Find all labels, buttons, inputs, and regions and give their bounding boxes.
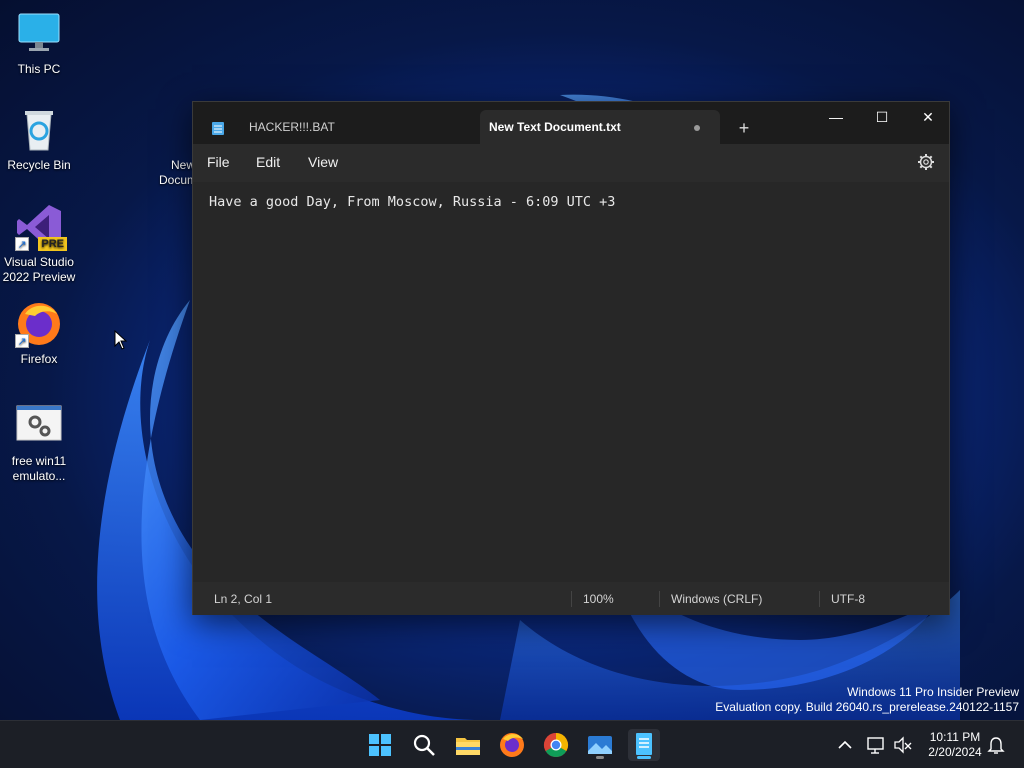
chevron-up-icon[interactable] [836,736,854,754]
menu-bar: File Edit View [193,144,949,182]
taskbar: 10:11 PM 2/20/2024 [0,720,1024,768]
watermark-line1: Windows 11 Pro Insider Preview [847,685,1019,699]
clock-time: 10:11 PM [929,730,981,744]
notepad-icon [212,122,224,135]
mouse-cursor-icon [114,330,128,350]
notepad-window: HACKER!!!.BAT New Text Document.txt + — … [192,101,950,615]
volume-muted-icon[interactable] [893,735,913,755]
desktop-icon-label-line2: 2022 Preview [2,270,76,284]
notification-bell-icon[interactable] [987,735,1005,755]
clock-date: 2/20/2024 [928,745,982,759]
desktop-icon-label: Firefox [20,352,58,366]
tab-hacker-bat[interactable]: HACKER!!!.BAT [203,110,478,144]
status-divider [659,591,660,607]
status-divider [571,591,572,607]
minimize-button[interactable]: — [813,102,859,134]
firefox-taskbar-button[interactable] [496,729,528,761]
desktop-icon-visual-studio[interactable]: PRE ↗ Visual Studio 2022 Preview [0,203,78,285]
desktop-icon-this-pc[interactable]: This PC [0,10,78,77]
active-indicator [637,756,651,759]
menu-file[interactable]: File [207,154,230,170]
firefox-icon [500,733,524,757]
title-bar[interactable]: HACKER!!!.BAT New Text Document.txt + — … [193,102,949,144]
desktop-icon-label-line1: Visual Studio [4,255,74,269]
running-indicator [596,756,604,759]
visual-studio-icon: PRE ↗ [15,203,67,251]
desktop-icon-label: Recycle Bin [7,158,71,172]
photos-taskbar-button[interactable] [584,729,616,761]
menu-edit[interactable]: Edit [256,154,280,170]
menu-view[interactable]: View [308,154,338,170]
cursor-position: Ln 2, Col 1 [214,592,273,606]
recycle-bin-icon [15,106,63,154]
preview-badge: PRE [38,237,67,251]
firefox-icon: ↗ [15,300,63,348]
desktop-icon-firefox[interactable]: ↗ Firefox [0,300,78,367]
notepad-taskbar-button[interactable] [628,729,660,761]
new-tab-button[interactable]: + [730,114,758,142]
watermark-line2: Evaluation copy. Build 26040.rs_prerelea… [715,700,1019,714]
maximize-button[interactable]: ☐ [859,102,905,134]
chrome-taskbar-button[interactable] [540,729,572,761]
zoom-level: 100% [583,592,614,606]
batch-file-icon [15,402,63,450]
search-icon [413,734,435,756]
editor-text: Have a good Day, From Moscow, Russia - 6… [209,194,616,210]
network-icon[interactable] [866,735,886,755]
monitor-icon [15,10,63,58]
desktop-icon-recycle-bin[interactable]: Recycle Bin [0,106,78,173]
desktop-icon-free-win11-emulator[interactable]: free win11 emulato... [0,402,78,484]
line-ending: Windows (CRLF) [671,592,763,606]
file-explorer-icon [456,738,480,755]
settings-gear-icon[interactable] [917,153,935,171]
desktop-icon-label: This PC [17,62,61,76]
tab-label: HACKER!!!.BAT [249,120,335,134]
unsaved-indicator-icon[interactable] [694,125,700,131]
status-bar: Ln 2, Col 1 100% Windows (CRLF) UTF-8 [193,582,949,615]
close-button[interactable]: ✕ [905,102,951,134]
desktop-icon-label-line1: free win11 [11,454,67,468]
system-clock[interactable]: 10:11 PM 2/20/2024 [920,730,990,760]
shortcut-arrow-icon: ↗ [15,237,29,251]
tab-label: New Text Document.txt [489,120,621,134]
search-button[interactable] [408,729,440,761]
start-icon [369,734,391,756]
status-divider [819,591,820,607]
chrome-icon [543,733,569,758]
shortcut-arrow-icon: ↗ [15,334,29,348]
tab-new-text-document[interactable]: New Text Document.txt [480,110,720,144]
encoding: UTF-8 [831,592,865,606]
file-explorer-button[interactable] [452,729,484,761]
evaluation-watermark: Windows 11 Pro Insider Preview Evaluatio… [715,685,1019,715]
desktop-icon-label-line2: emulato... [12,469,66,483]
text-editor[interactable]: Have a good Day, From Moscow, Russia - 6… [193,182,949,582]
start-button[interactable] [364,729,396,761]
